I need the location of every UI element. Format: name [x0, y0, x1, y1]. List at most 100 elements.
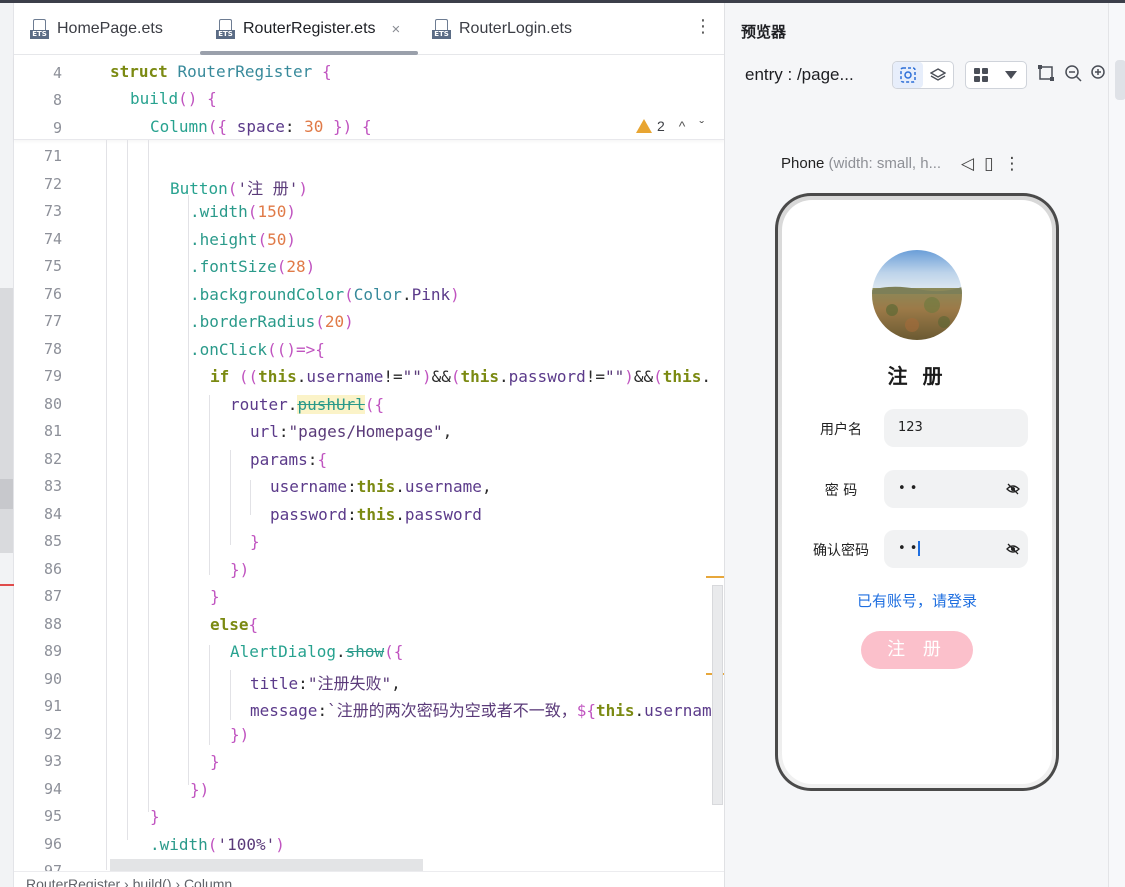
scroll-thumb-active[interactable] — [0, 479, 13, 509]
code-line-92[interactable]: }) — [230, 725, 249, 744]
line-number: 72 — [43, 175, 62, 193]
code-line-76[interactable]: .backgroundColor(Color.Pink) — [190, 285, 460, 304]
code-line-94[interactable]: }) — [190, 780, 209, 799]
register-button[interactable]: 注 册 — [861, 631, 973, 669]
tab-label: RouterLogin.ets — [459, 20, 572, 37]
entry-path-selector[interactable]: entry : /page... — [745, 65, 854, 85]
code-line-90[interactable]: title:"注册失败", — [250, 670, 401, 694]
device-controls: ◁▯⋮ — [961, 154, 1030, 174]
device-name: Phone — [781, 155, 825, 172]
device-dimensions: (width: small, h... — [828, 155, 942, 172]
chevron-down-icon[interactable] — [996, 62, 1026, 88]
device-selector[interactable]: Phone (width: small, h... — [781, 155, 941, 172]
tab-routerlogin[interactable]: ETS RouterLogin.ets — [432, 3, 572, 55]
phone-frame: 注 册 用户名 123 密 码 • • 确认密码 • • 已有账号，请登录 注 … — [775, 193, 1059, 791]
code-line-84[interactable]: password:this.password — [270, 505, 482, 524]
code-editor: ETS HomePage.ets ETS RouterRegister.ets … — [14, 3, 724, 887]
avatar-image — [872, 250, 962, 340]
navigate-warnings-icon[interactable]: ^ˇ — [679, 118, 718, 134]
rotate-device-icon[interactable]: ▯ — [984, 154, 1003, 174]
sticky-scroll-header: 4 8 9 struct RouterRegister { build() { … — [14, 56, 724, 140]
scroll-thumb[interactable] — [0, 288, 13, 553]
line-number: 84 — [43, 505, 62, 523]
line-number: 77 — [43, 312, 62, 330]
code-line-86[interactable]: }) — [230, 560, 249, 579]
change-marker — [706, 576, 724, 578]
line-number: 94 — [43, 780, 62, 798]
line-number: 73 — [43, 202, 62, 220]
back-icon[interactable]: ◁ — [961, 154, 984, 174]
breadcrumb[interactable]: RouterRegister › build() › Column — [14, 871, 724, 887]
code-line-85[interactable]: } — [250, 532, 260, 551]
warnings-indicator[interactable]: 2 ^ˇ — [636, 118, 718, 134]
line-number: 89 — [43, 642, 62, 660]
line-number: 81 — [43, 422, 62, 440]
active-tab-indicator — [200, 51, 418, 55]
code-line-72[interactable]: Button('注 册') — [170, 175, 308, 199]
more-options-icon[interactable]: ⋮ — [1003, 154, 1030, 174]
zoom-in-icon[interactable] — [1091, 65, 1108, 86]
grid-icon[interactable] — [966, 62, 996, 88]
code-line-73[interactable]: .width(150) — [190, 202, 296, 221]
code-line-87[interactable]: } — [210, 587, 220, 606]
login-link[interactable]: 已有账号，请登录 — [782, 590, 1052, 611]
crop-icon[interactable] — [1038, 65, 1054, 85]
username-label: 用户名 — [820, 422, 862, 438]
layers-icon[interactable] — [923, 62, 953, 88]
code-line-78[interactable]: .onClick(()=>{ — [190, 340, 325, 359]
code-line-4[interactable]: struct RouterRegister { — [110, 62, 332, 81]
hide-password-icon[interactable] — [1006, 542, 1020, 556]
username-input[interactable]: 123 — [884, 409, 1028, 447]
vertical-scrollbar[interactable] — [712, 585, 723, 805]
code-line-91[interactable]: message:`注册的两次密码为空或者不一致，${this.username — [250, 697, 721, 721]
password-input[interactable]: • • — [884, 470, 1028, 508]
right-tool-strip — [1108, 3, 1125, 887]
zoom-out-icon[interactable] — [1065, 65, 1082, 86]
code-line-8[interactable]: build() { — [130, 89, 217, 108]
tab-label: HomePage.ets — [57, 20, 163, 37]
code-line-81[interactable]: url:"pages/Homepage", — [250, 422, 452, 441]
line-number: 83 — [43, 477, 62, 495]
ets-file-icon: ETS — [30, 19, 49, 39]
code-line-82[interactable]: params:{ — [250, 450, 327, 469]
ets-file-icon: ETS — [216, 19, 235, 39]
warning-icon — [636, 119, 652, 133]
code-line-89[interactable]: AlertDialog.show({ — [230, 642, 403, 661]
code-line-93[interactable]: } — [210, 752, 220, 771]
tab-label: RouterRegister.ets — [243, 20, 376, 37]
code-line-80[interactable]: router.pushUrl({ — [230, 395, 384, 414]
code-line-88[interactable]: else{ — [210, 615, 258, 634]
close-icon[interactable]: × — [392, 21, 401, 38]
previewer-tool-button[interactable] — [1115, 60, 1125, 100]
confirm-password-value: • • — [898, 541, 918, 556]
hide-password-icon[interactable] — [1006, 482, 1020, 496]
inspector-icon[interactable] — [893, 62, 923, 88]
line-number: 92 — [43, 725, 62, 743]
more-tabs-icon[interactable]: ⋮ — [694, 18, 712, 36]
horizontal-scrollbar[interactable] — [110, 859, 423, 871]
code-line-75[interactable]: .fontSize(28) — [190, 257, 315, 276]
line-number: 8 — [52, 91, 62, 109]
tab-homepage[interactable]: ETS HomePage.ets — [30, 3, 163, 55]
code-line-96[interactable]: .width('100%') — [150, 835, 285, 854]
line-number: 82 — [43, 450, 62, 468]
left-gutter-scrollbar[interactable] — [0, 3, 14, 887]
code-line-79[interactable]: if ((this.username!="")&&(this.password!… — [210, 367, 711, 386]
register-title: 注 册 — [887, 364, 947, 388]
code-line-74[interactable]: .height(50) — [190, 230, 296, 249]
multi-device-group — [965, 61, 1027, 89]
line-number: 91 — [43, 697, 62, 715]
code-line-83[interactable]: username:this.username, — [270, 477, 492, 496]
line-number: 85 — [43, 532, 62, 550]
code-line-95[interactable]: } — [150, 807, 160, 826]
view-mode-group — [892, 61, 954, 89]
confirm-password-input[interactable]: • • — [884, 530, 1028, 568]
code-body[interactable]: 71 72 73 74 75 76 77 78 79 80 81 82 83 84 85 86 87 88 89 90… — [14, 140, 724, 881]
tab-routerregister[interactable]: ETS RouterRegister.ets × — [216, 3, 400, 55]
line-number: 79 — [43, 367, 62, 385]
code-line-9[interactable]: Column({ space: 30 }) { — [150, 117, 372, 136]
line-number: 75 — [43, 257, 62, 275]
line-number: 76 — [43, 285, 62, 303]
username-value: 123 — [898, 420, 923, 435]
code-line-77[interactable]: .borderRadius(20) — [190, 312, 354, 331]
